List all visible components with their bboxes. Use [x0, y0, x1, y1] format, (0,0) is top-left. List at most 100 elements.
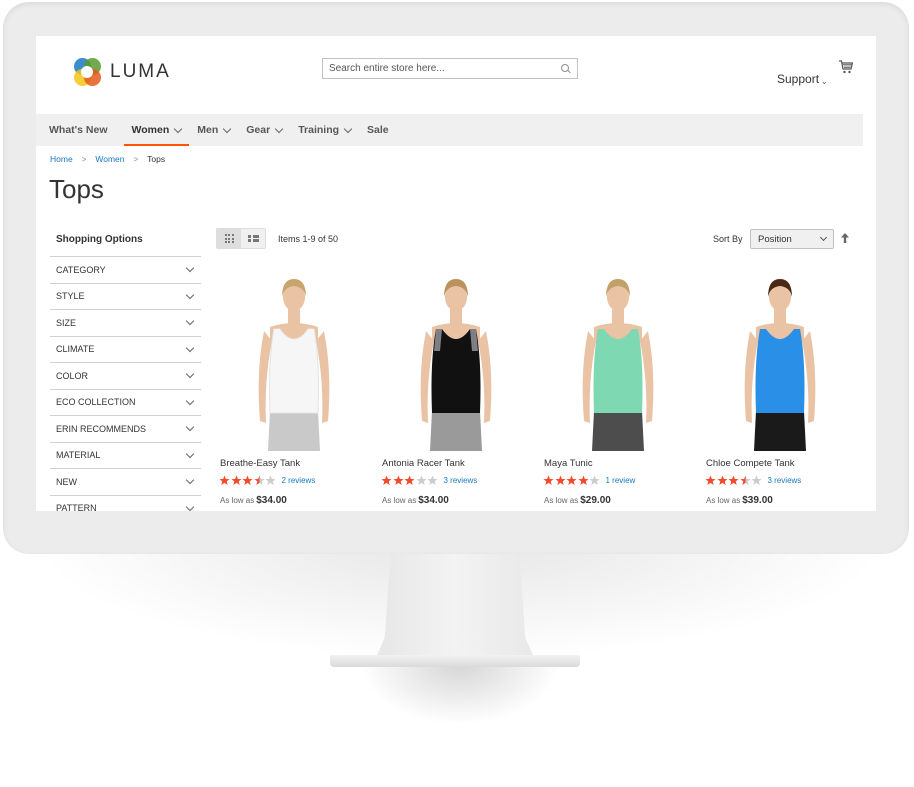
product-image[interactable]	[218, 271, 370, 451]
rating-stars	[219, 475, 277, 486]
nav-item-sale[interactable]: Sale	[359, 114, 397, 146]
nav-item-gear[interactable]: Gear	[238, 114, 290, 146]
filter-eco-collection[interactable]: Eco Collection	[50, 388, 201, 416]
grid-icon	[224, 234, 234, 243]
star-filled-icon	[705, 475, 716, 485]
filter-label: Color	[56, 370, 89, 381]
filter-material[interactable]: Material	[50, 441, 201, 469]
star-filled-icon	[554, 475, 566, 485]
star-filled-icon	[381, 475, 392, 485]
chevron-down-icon	[223, 124, 232, 133]
reviews-link[interactable]: 3 reviews	[768, 476, 802, 485]
sort-by-value: Position	[758, 233, 792, 245]
filter-style[interactable]: Style	[50, 282, 201, 310]
price-value: $34.00	[418, 495, 449, 506]
product-card: Maya Tunic 1 review As low as $29.00	[542, 271, 694, 506]
product-name-link[interactable]: Maya Tunic	[544, 458, 694, 469]
filter-climate[interactable]: Climate	[50, 335, 201, 363]
reviews-link[interactable]: 1 review	[606, 476, 636, 485]
product-rating: 1 review	[543, 475, 694, 486]
product-name-link[interactable]: Antonia Racer Tank	[382, 458, 532, 469]
filter-pattern[interactable]: Pattern	[50, 494, 201, 511]
logo-text: LUMA	[110, 61, 171, 82]
luma-logo[interactable]: LUMA	[72, 57, 171, 87]
search-box[interactable]	[322, 58, 578, 79]
star-filled-icon	[716, 475, 728, 485]
nav-item-men[interactable]: Men	[189, 114, 238, 146]
star-empty-icon	[415, 475, 427, 485]
filter-erin-recommends[interactable]: Erin Recommends	[50, 415, 201, 442]
star-filled-icon	[392, 475, 404, 485]
nav-item-training[interactable]: Training	[290, 114, 359, 146]
product-name-link[interactable]: Breathe-Easy Tank	[220, 458, 370, 469]
shopping-options-title: Shopping Options	[56, 234, 143, 245]
chevron-down-icon	[185, 449, 195, 458]
product-rating: 2 reviews	[219, 475, 370, 486]
filter-label: Style	[56, 291, 85, 302]
product-price: As low as $29.00	[544, 495, 694, 506]
sort-direction-arrow-up-icon[interactable]	[841, 233, 849, 243]
search-input[interactable]	[329, 63, 561, 74]
star-half-icon	[739, 475, 751, 485]
filter-category[interactable]: Category	[50, 256, 201, 283]
filter-color[interactable]: Color	[50, 362, 201, 389]
support-label: Support	[777, 72, 820, 86]
reviews-link[interactable]: 2 reviews	[282, 476, 316, 485]
breadcrumb-home[interactable]: Home	[50, 154, 73, 164]
product-card: Breathe-Easy Tank 2 reviews As low as $34.0…	[218, 271, 370, 506]
main-navigation: What's New Women Men Gear Training Sale	[36, 114, 863, 146]
filter-label: Material	[56, 450, 101, 461]
product-card: Chloe Compete Tank 3 reviews As low as $39.…	[704, 271, 856, 506]
product-price: As low as $34.00	[382, 495, 532, 506]
star-empty-icon	[427, 475, 438, 485]
star-filled-icon	[219, 475, 230, 485]
star-half-icon	[253, 475, 265, 485]
filter-size[interactable]: Size	[50, 309, 201, 336]
star-filled-icon	[230, 475, 242, 485]
reviews-link[interactable]: 3 reviews	[444, 476, 478, 485]
sort-by-select[interactable]: Position	[750, 229, 834, 249]
breadcrumb: Home > Women > Tops	[50, 154, 165, 164]
page-title: Tops	[49, 174, 104, 204]
chevron-down-icon	[185, 396, 195, 405]
price-value: $29.00	[580, 495, 611, 506]
support-dropdown[interactable]: Support ⌄	[777, 72, 828, 86]
product-price: As low as $39.00	[706, 495, 856, 506]
breadcrumb-separator-icon: >	[81, 154, 87, 164]
chevron-down-icon	[819, 233, 828, 242]
monitor-stand-base	[330, 655, 580, 667]
sidebar-filters: Shopping Options Category Style Size Climat…	[50, 226, 201, 511]
cart-icon[interactable]	[839, 60, 853, 74]
product-image[interactable]	[542, 271, 694, 451]
filter-new[interactable]: New	[50, 468, 201, 495]
star-filled-icon	[404, 475, 415, 485]
search-icon[interactable]	[561, 63, 571, 74]
price-prefix: As low as	[544, 496, 579, 505]
list-view-button[interactable]	[241, 229, 265, 248]
nav-item-women[interactable]: Women	[123, 114, 190, 146]
price-prefix: As low as	[220, 496, 255, 505]
chevron-down-icon: ⌄	[821, 76, 828, 86]
rating-stars	[705, 475, 763, 486]
list-icon	[248, 234, 259, 243]
breadcrumb-women[interactable]: Women	[95, 154, 124, 164]
grid-view-button[interactable]	[217, 229, 241, 248]
price-value: $39.00	[742, 495, 773, 506]
product-price: As low as $34.00	[220, 495, 370, 506]
price-value: $34.00	[256, 495, 287, 506]
nav-item-whats-new[interactable]: What's New	[49, 114, 116, 146]
chevron-down-icon	[185, 343, 195, 352]
filter-label: Climate	[56, 344, 95, 355]
items-count: Items 1-9 of 50	[278, 234, 339, 244]
star-filled-icon	[566, 475, 577, 485]
product-image[interactable]	[704, 271, 856, 451]
chevron-down-icon	[185, 317, 195, 326]
product-rating: 3 reviews	[381, 475, 532, 486]
monitor-stand	[375, 550, 535, 660]
monitor-screen: LUMA Support ⌄ What's New Women Men Gear	[36, 36, 876, 511]
price-prefix: As low as	[706, 496, 741, 505]
star-empty-icon	[265, 475, 276, 485]
product-name-link[interactable]: Chloe Compete Tank	[706, 458, 856, 469]
chevron-down-icon	[185, 502, 195, 511]
product-image[interactable]	[380, 271, 532, 451]
